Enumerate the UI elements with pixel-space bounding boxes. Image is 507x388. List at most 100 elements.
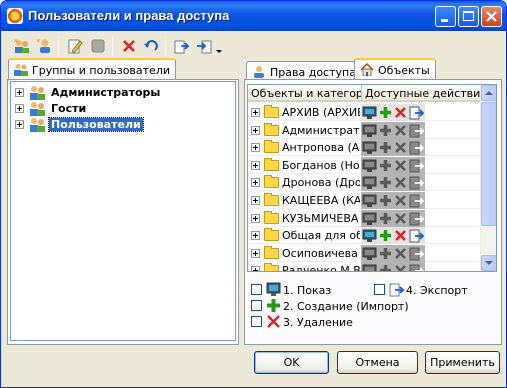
- create-action-icon[interactable]: [378, 228, 393, 243]
- expand-icon[interactable]: [251, 266, 260, 271]
- title-bar[interactable]: Пользователи и права доступа: [1, 1, 506, 31]
- expand-icon[interactable]: [251, 125, 260, 135]
- apply-button[interactable]: Применить: [425, 351, 500, 374]
- minimize-button[interactable]: [435, 6, 456, 27]
- column-header-actions[interactable]: Доступные действия: [361, 85, 481, 102]
- create-action-icon[interactable]: [378, 175, 393, 190]
- table-row[interactable]: Богданов (Нова: [248, 156, 481, 174]
- maximize-button[interactable]: [458, 6, 479, 27]
- table-row[interactable]: Осиповичева (С: [248, 244, 481, 262]
- delete-action-icon[interactable]: [393, 123, 408, 138]
- export-action-icon[interactable]: [409, 140, 425, 155]
- delete-action-icon[interactable]: [393, 246, 408, 261]
- create-action-icon[interactable]: [378, 246, 393, 261]
- table-row[interactable]: Общая для обм: [248, 227, 481, 245]
- show-action-icon[interactable]: [362, 228, 377, 243]
- plus-icon: [267, 299, 280, 312]
- expand-icon[interactable]: [251, 196, 260, 205]
- create-action-icon[interactable]: [378, 158, 393, 173]
- delete-action-icon[interactable]: [393, 263, 408, 271]
- toolbar-dropdown[interactable]: [213, 35, 225, 57]
- show-action-icon[interactable]: [362, 105, 377, 120]
- export-button[interactable]: [171, 35, 193, 57]
- import-button[interactable]: [193, 35, 215, 57]
- export-action-icon[interactable]: [409, 175, 425, 190]
- expand-icon[interactable]: [251, 213, 260, 223]
- create-action-icon[interactable]: [378, 123, 393, 138]
- tree-item-label: Гости: [51, 102, 87, 115]
- scroll-thumb[interactable]: [481, 102, 496, 226]
- table-row[interactable]: Администратор: [248, 121, 481, 139]
- undo-button[interactable]: [140, 35, 162, 57]
- delete-button[interactable]: [118, 35, 140, 57]
- add-group-icon: *: [14, 38, 29, 53]
- show-action-icon[interactable]: [362, 158, 377, 173]
- table-row[interactable]: АРХИВ (АРХИВ: [248, 104, 481, 121]
- export-action-icon[interactable]: [409, 158, 425, 173]
- export-action-icon[interactable]: [409, 263, 424, 271]
- delete-action-icon[interactable]: [393, 105, 408, 120]
- expand-icon[interactable]: [251, 143, 260, 153]
- column-header-objects[interactable]: Объекты и категор: [248, 85, 361, 102]
- show-action-icon[interactable]: [362, 193, 377, 208]
- delete-checkbox[interactable]: [251, 316, 262, 327]
- table-row[interactable]: Радченко М.В.: [248, 262, 481, 271]
- export-checkbox[interactable]: [374, 284, 385, 295]
- expand-icon[interactable]: [251, 248, 260, 258]
- tab-groups-users[interactable]: Группы и пользователи: [8, 58, 177, 80]
- show-checkbox[interactable]: [251, 284, 262, 295]
- vertical-scrollbar[interactable]: [480, 85, 496, 271]
- chevron-down-icon: [216, 50, 222, 53]
- delete-action-icon[interactable]: [393, 175, 408, 190]
- delete-action-icon[interactable]: [393, 228, 408, 243]
- row-actions: [361, 262, 425, 271]
- expand-icon[interactable]: [15, 120, 24, 129]
- arrow-down-icon: [485, 261, 493, 265]
- cancel-button[interactable]: Отмена: [337, 351, 418, 374]
- create-action-icon[interactable]: [378, 105, 393, 120]
- create-action-icon[interactable]: [378, 211, 393, 226]
- scroll-up-button[interactable]: [481, 85, 496, 101]
- expand-icon[interactable]: [251, 178, 260, 188]
- minimize-icon: [441, 19, 448, 22]
- show-action-icon[interactable]: [362, 175, 377, 190]
- export-action-icon[interactable]: [409, 246, 425, 261]
- table-row[interactable]: Дронова (Дрон: [248, 174, 481, 192]
- delete-action-icon[interactable]: [393, 193, 408, 208]
- tab-objects[interactable]: Объекты: [354, 58, 436, 80]
- expand-icon[interactable]: [251, 160, 260, 170]
- export-action-icon[interactable]: [409, 228, 425, 243]
- create-action-icon[interactable]: [378, 193, 393, 208]
- export-action-icon[interactable]: [409, 211, 425, 226]
- delete-action-icon[interactable]: [393, 211, 408, 226]
- create-checkbox[interactable]: [251, 300, 262, 311]
- expand-icon[interactable]: [251, 231, 260, 241]
- show-action-icon[interactable]: [362, 140, 377, 155]
- properties-button[interactable]: [87, 35, 109, 57]
- delete-action-icon[interactable]: [393, 140, 408, 155]
- delete-action-icon[interactable]: [393, 158, 408, 173]
- export-action-icon[interactable]: [409, 105, 425, 120]
- add-group-button[interactable]: *: [11, 35, 33, 57]
- tab-access-rights[interactable]: Права доступа: [246, 61, 362, 81]
- table-row[interactable]: КУЗЬМИЧЕВА: [248, 209, 481, 227]
- export-action-icon[interactable]: [409, 123, 425, 138]
- expand-icon[interactable]: [15, 88, 24, 97]
- create-action-icon[interactable]: [378, 263, 393, 271]
- expand-icon[interactable]: [15, 104, 24, 113]
- ok-button[interactable]: OK: [254, 351, 329, 374]
- svg-text:*: *: [14, 38, 18, 47]
- expand-icon[interactable]: [251, 108, 260, 117]
- create-action-icon[interactable]: [378, 140, 393, 155]
- export-action-icon[interactable]: [409, 193, 425, 208]
- table-row[interactable]: КАЩЕЕВА (КАЦ: [248, 192, 481, 209]
- show-action-icon[interactable]: [362, 123, 377, 138]
- show-action-icon[interactable]: [362, 246, 377, 261]
- scroll-down-button[interactable]: [481, 255, 496, 271]
- add-user-button[interactable]: *: [33, 35, 55, 57]
- close-button[interactable]: [481, 6, 502, 27]
- table-row[interactable]: Антропова (Ант: [248, 139, 481, 157]
- show-action-icon[interactable]: [362, 211, 377, 226]
- show-action-icon[interactable]: [362, 263, 377, 271]
- edit-button[interactable]: [64, 35, 86, 57]
